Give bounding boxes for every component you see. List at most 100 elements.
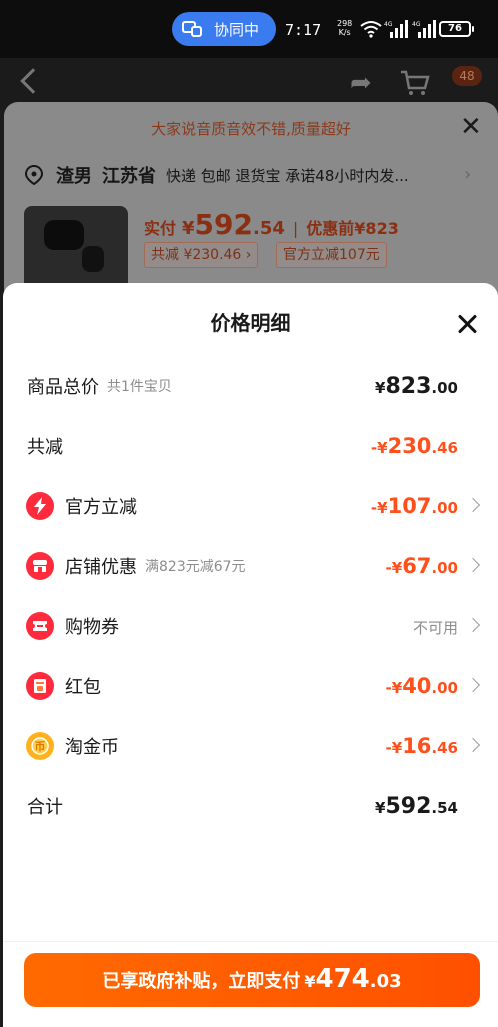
actual-price: 实付 ¥ 592 .54 | 优惠前 ¥823 xyxy=(144,208,399,241)
pay-amount-int: 474 xyxy=(315,964,370,994)
sku-sheet: 大家说音质音效不错,质量超好 ✕ 渣男 江苏省 快递 包邮 退货宝 承诺48小时… xyxy=(4,102,498,302)
location-pin-icon xyxy=(24,165,44,185)
network-speed-value: 298 xyxy=(337,19,353,28)
amount-int: 592 xyxy=(385,794,432,819)
cart-badge: 48 xyxy=(452,66,482,86)
promo-text: 大家说音质音效不错,质量超好 xyxy=(151,120,351,138)
amount-int: 40 xyxy=(402,674,432,698)
battery-level: 76 xyxy=(448,23,462,34)
amount-dec: .46 xyxy=(431,739,458,757)
amount-dec: .00 xyxy=(431,499,458,517)
store-icon xyxy=(26,552,54,580)
amount-int: 107 xyxy=(387,494,432,518)
address-name: 渣男 xyxy=(56,166,92,187)
network-speed-unit: K/s xyxy=(338,28,351,37)
clock: 7:17 xyxy=(285,21,322,39)
amount-dec: .54 xyxy=(431,799,458,817)
row-label: 共减 xyxy=(27,437,63,458)
row-label: 红包 xyxy=(65,677,101,698)
row-value: - ¥107.00 xyxy=(371,476,458,536)
currency-symbol: ¥ xyxy=(377,439,388,457)
amount-int: 67 xyxy=(402,554,432,578)
before-value: ¥823 xyxy=(354,219,399,238)
discount-tag-text: 共减 ¥230.46 xyxy=(151,247,242,263)
row-value: - ¥67.00 xyxy=(386,536,458,596)
row-status: 不可用 xyxy=(412,619,458,637)
wifi-icon xyxy=(360,21,382,38)
row-label: 合计 xyxy=(27,797,63,818)
network-speed: 298 K/s xyxy=(337,19,352,37)
currency-symbol: ¥ xyxy=(391,559,403,577)
row-gold-coin[interactable]: 币 淘金币 - ¥16.46 xyxy=(3,716,498,776)
currency-symbol: ¥ xyxy=(391,739,403,757)
row-official-discount[interactable]: 官方立减 - ¥107.00 xyxy=(3,476,498,536)
red-envelope-icon xyxy=(26,672,54,700)
row-label: 淘金币 xyxy=(65,737,119,758)
price-detail-sheet: 价格明细 商品总价 共1件宝贝 ¥823.00 共减 - ¥230.46 官方立减… xyxy=(3,283,498,1027)
signal-label: 4G xyxy=(384,21,393,28)
actual-int: 592 xyxy=(194,208,253,241)
chevron-right-icon xyxy=(465,557,481,573)
row-store-discount[interactable]: 店铺优惠 满823元减67元 - ¥67.00 xyxy=(3,536,498,596)
product-thumbnail[interactable] xyxy=(24,206,128,290)
currency-symbol: ¥ xyxy=(391,679,403,697)
cart-icon[interactable] xyxy=(400,70,430,96)
collab-pill[interactable]: 协同中 xyxy=(172,12,276,46)
row-sub: 满823元减67元 xyxy=(145,559,246,575)
pay-currency: ¥ xyxy=(304,972,316,991)
amount-dec: .00 xyxy=(431,679,458,697)
amount-int: 823 xyxy=(385,374,432,399)
row-value: - ¥230.46 xyxy=(371,416,458,476)
sheet-title: 价格明细 xyxy=(210,311,291,335)
amount-dec: .00 xyxy=(431,379,458,397)
currency-symbol: ¥ xyxy=(375,799,386,817)
discount-tag[interactable]: 共减 ¥230.46 › xyxy=(144,242,259,268)
row-sum: 合计 ¥592.54 xyxy=(3,776,498,836)
product-header: ➦ 48 xyxy=(0,58,498,108)
battery-icon: 76 xyxy=(439,21,474,37)
signal-label-2: 4G xyxy=(412,21,421,28)
service-tags: 快递 包邮 退货宝 承诺48小时内发... xyxy=(166,166,409,185)
row-total-discount: 共减 - ¥230.46 xyxy=(3,416,498,476)
row-label: 商品总价 xyxy=(27,377,99,398)
coupon-icon xyxy=(26,612,54,640)
row-value: - ¥40.00 xyxy=(386,656,458,716)
gold-coin-icon: 币 xyxy=(26,732,54,760)
chevron-right-icon xyxy=(465,677,481,693)
back-icon[interactable] xyxy=(20,68,46,94)
close-icon[interactable]: ✕ xyxy=(460,112,482,142)
pay-button-text: 已享政府补贴，立即支付 xyxy=(102,971,301,992)
row-label: 店铺优惠 xyxy=(65,557,137,578)
currency-symbol: ¥ xyxy=(377,499,388,517)
signal-icon: 4G xyxy=(384,20,408,38)
chevron-right-icon xyxy=(465,617,481,633)
row-sub: 共1件宝贝 xyxy=(107,379,172,395)
before-label: 优惠前 xyxy=(306,219,355,238)
row-shopping-coupon[interactable]: 购物券 不可用 xyxy=(3,596,498,656)
lightning-icon xyxy=(26,492,54,520)
row-value: ¥592.54 xyxy=(375,776,458,836)
row-item-total: 商品总价 共1件宝贝 ¥823.00 xyxy=(3,356,498,416)
row-value: ¥823.00 xyxy=(375,356,458,416)
share-icon[interactable]: ➦ xyxy=(350,68,372,98)
chevron-right-icon xyxy=(465,497,481,513)
pay-button[interactable]: 已享政府补贴，立即支付 ¥ 474 .03 xyxy=(24,953,480,1007)
official-tag: 官方立减107元 xyxy=(276,242,387,268)
row-value: - ¥16.46 xyxy=(386,716,458,776)
actual-dec: .54 xyxy=(253,218,285,239)
amount-int: 230 xyxy=(387,434,432,458)
address-region: 江苏省 xyxy=(102,166,156,187)
currency-symbol: ¥ xyxy=(375,379,386,397)
svg-text:币: 币 xyxy=(35,740,46,753)
close-icon[interactable] xyxy=(456,313,478,335)
row-label: 官方立减 xyxy=(65,497,137,518)
screen-share-icon xyxy=(182,20,204,38)
amount-dec: .46 xyxy=(431,439,458,457)
collab-label: 协同中 xyxy=(214,20,260,39)
amount-dec: .00 xyxy=(431,559,458,577)
address-row[interactable]: 渣男 江苏省 快递 包邮 退货宝 承诺48小时内发... xyxy=(24,162,464,188)
actual-currency: ¥ xyxy=(182,218,195,239)
row-label: 购物券 xyxy=(65,617,119,638)
row-red-envelope[interactable]: 红包 - ¥40.00 xyxy=(3,656,498,716)
chevron-right-icon xyxy=(465,737,481,753)
